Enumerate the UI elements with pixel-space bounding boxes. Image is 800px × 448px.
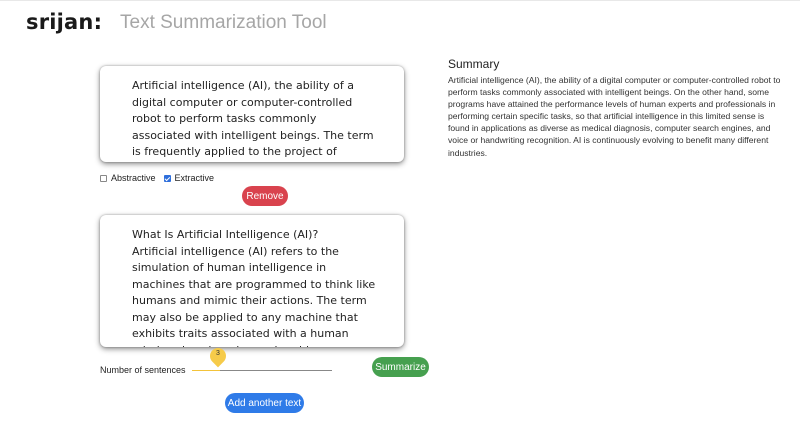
slider-value: 3 xyxy=(216,350,220,357)
srijan-logo: srijan: xyxy=(26,10,103,34)
text-input-1-content: Artificial intelligence (AI), the abilit… xyxy=(132,79,374,162)
text-input-2-content: What Is Artificial Intelligence (AI)? Ar… xyxy=(132,228,376,347)
sentences-slider[interactable] xyxy=(192,370,332,371)
extractive-checkbox[interactable] xyxy=(163,174,171,182)
extractive-label: Extractive xyxy=(174,173,215,183)
top-divider xyxy=(0,0,800,1)
abstractive-label: Abstractive xyxy=(111,173,156,183)
add-another-text-button[interactable]: Add another text xyxy=(225,393,304,413)
sentences-slider-thumb[interactable]: 3 xyxy=(206,344,230,368)
text-input-2[interactable]: What Is Artificial Intelligence (AI)? Ar… xyxy=(100,215,404,347)
sentences-label: Number of sentences xyxy=(100,365,186,375)
remove-button[interactable]: Remove xyxy=(242,186,288,206)
summarization-mode: Abstractive Extractive xyxy=(100,173,220,183)
summary-text: Artificial intelligence (AI), the abilit… xyxy=(448,75,781,158)
sentences-slider-fill xyxy=(192,370,220,371)
abstractive-checkbox[interactable] xyxy=(100,174,107,182)
summary-heading: Summary xyxy=(448,57,500,71)
text-input-1[interactable]: Artificial intelligence (AI), the abilit… xyxy=(100,66,404,162)
summarize-button[interactable]: Summarize xyxy=(372,357,429,377)
app-title: Text Summarization Tool xyxy=(120,12,327,33)
